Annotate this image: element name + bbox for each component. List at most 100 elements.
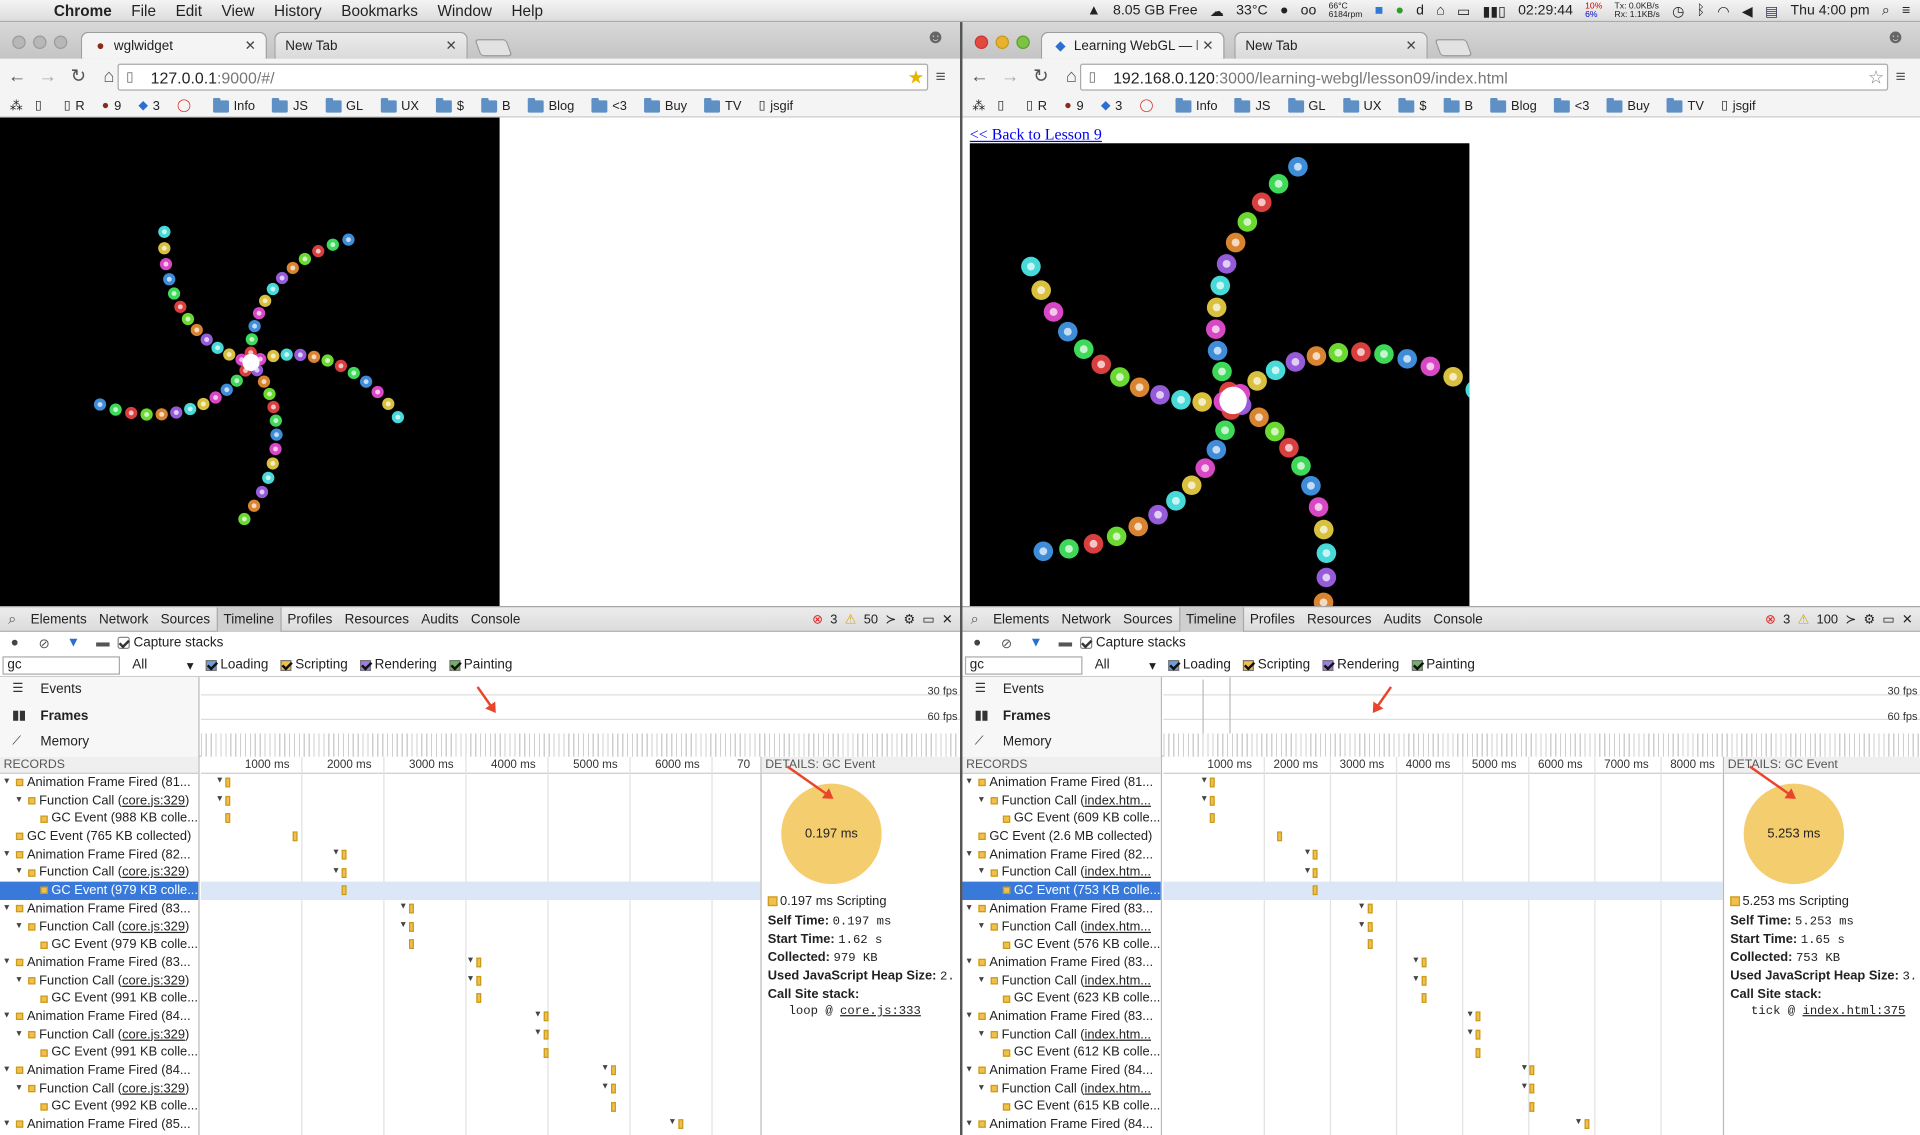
expand-triangle-icon[interactable]: ▼ xyxy=(977,792,987,810)
record-row[interactable]: GC Event (979 KB colle... xyxy=(0,936,198,954)
reload-button[interactable]: ↻ xyxy=(1027,64,1054,91)
time-machine-icon[interactable]: ◷ xyxy=(1672,2,1684,20)
filter-scripting[interactable]: Scripting xyxy=(1243,658,1310,672)
expand-triangle-icon[interactable]: ▼ xyxy=(977,864,987,882)
free-space[interactable]: 8.05 GB Free xyxy=(1113,4,1198,19)
menu-app-name[interactable]: Chrome xyxy=(54,2,112,19)
mode-events[interactable]: ☰ Events xyxy=(975,677,1044,701)
error-icon[interactable]: ⊗ xyxy=(1765,612,1776,627)
tab-audits[interactable]: Audits xyxy=(415,607,465,631)
expand-triangle-icon[interactable]: ▼ xyxy=(1466,1028,1474,1037)
cpu-usage[interactable]: 10% 6% xyxy=(1585,2,1602,19)
new-tab-button[interactable] xyxy=(1434,39,1473,57)
type-select[interactable]: All ▾ xyxy=(1095,657,1156,673)
expand-triangle-icon[interactable]: ▼ xyxy=(15,918,25,936)
disk-icon[interactable]: ▲ xyxy=(1087,4,1101,19)
record-row[interactable]: GC Event (753 KB colle... xyxy=(962,881,1161,900)
error-count[interactable]: 3 xyxy=(1783,612,1790,627)
timeline-bar[interactable] xyxy=(677,1119,683,1130)
apps-icon[interactable]: ⁂ xyxy=(10,99,23,114)
record-row[interactable]: GC Event (992 KB colle... xyxy=(0,1098,198,1116)
expand-triangle-icon[interactable]: ▼ xyxy=(977,972,987,990)
filter-rendering[interactable]: Rendering xyxy=(359,658,437,672)
expand-triangle-icon[interactable]: ▼ xyxy=(1520,1064,1528,1073)
expand-triangle-icon[interactable]: ▼ xyxy=(2,1116,12,1134)
timeline-bar[interactable] xyxy=(1475,1011,1481,1022)
expand-triangle-icon[interactable]: ▼ xyxy=(668,1118,676,1127)
record-row[interactable]: ▼ Function Call (index.htm... xyxy=(962,1026,1160,1044)
cpu-temp-widget[interactable]: 66°C 6184rpm xyxy=(1329,2,1363,19)
source-link[interactable]: index.htm... xyxy=(1085,1026,1151,1044)
bookmark-folder-tv[interactable]: TV xyxy=(704,97,741,113)
scripting-checkbox[interactable] xyxy=(1243,659,1255,671)
timeline-bar[interactable] xyxy=(1367,921,1373,932)
record-row[interactable]: ▼ Function Call (core.js:329) xyxy=(0,1026,198,1044)
tab-elements[interactable]: Elements xyxy=(24,607,92,631)
close-window-button[interactable] xyxy=(12,35,26,49)
filter-scripting[interactable]: Scripting xyxy=(280,658,348,672)
record-row[interactable]: ▼ Function Call (index.htm... xyxy=(962,864,1160,882)
timeline-bar[interactable] xyxy=(408,939,414,950)
timeline-bar[interactable] xyxy=(543,1011,549,1022)
expand-triangle-icon[interactable]: ▼ xyxy=(2,954,12,972)
record-row[interactable]: ▼ Animation Frame Fired (84... xyxy=(962,1116,1160,1134)
new-tab-button[interactable] xyxy=(474,39,513,57)
expand-triangle-icon[interactable]: ▼ xyxy=(2,774,12,792)
back-button[interactable]: ← xyxy=(966,64,993,91)
record-row[interactable]: GC Event (979 KB colle... xyxy=(0,881,199,900)
source-link[interactable]: index.htm... xyxy=(1085,918,1151,936)
bookmark-9[interactable]: ● 9 xyxy=(1064,99,1083,114)
timeline-bar[interactable] xyxy=(1421,957,1427,968)
minimize-window-button[interactable] xyxy=(33,35,47,49)
webgl-canvas[interactable] xyxy=(969,143,1486,607)
bookmark-star-icon[interactable]: ☆ xyxy=(1865,66,1887,88)
record-row[interactable]: ▼ Animation Frame Fired (82... xyxy=(962,846,1160,864)
home-icon[interactable]: ⌂ xyxy=(1436,4,1445,19)
record-row[interactable]: ▼ Function Call (core.js:329) xyxy=(0,972,198,990)
battery-icon[interactable]: ▮▮▯ xyxy=(1483,2,1506,20)
record-row[interactable]: ▼ Animation Frame Fired (82... xyxy=(0,846,198,864)
expand-triangle-icon[interactable]: ▼ xyxy=(15,1080,25,1098)
record-row[interactable]: ▼ Animation Frame Fired (83... xyxy=(0,954,198,972)
mode-memory[interactable]: ⟋ Memory xyxy=(975,730,1052,754)
omnibox[interactable]: ▯ 127.0.0.1:9000/#/ ★ xyxy=(117,63,929,91)
expand-triangle-icon[interactable]: ▼ xyxy=(15,972,25,990)
rendering-checkbox[interactable] xyxy=(359,659,371,671)
warning-icon[interactable]: ⚠ xyxy=(845,612,857,627)
clock[interactable]: Thu 4:00 pm xyxy=(1791,4,1870,19)
expand-triangle-icon[interactable]: ▼ xyxy=(1412,956,1420,965)
close-tab-icon[interactable]: ✕ xyxy=(445,38,456,54)
tab-profiles[interactable]: Profiles xyxy=(281,607,338,631)
bookmark-folder-gl[interactable]: GL xyxy=(325,97,363,113)
call-site-link[interactable]: index.html:375 xyxy=(1802,1005,1905,1018)
bookmark-ring[interactable]: ◯ xyxy=(1139,99,1158,112)
record-row[interactable]: ▼ Function Call (index.htm... xyxy=(962,792,1160,810)
timeline-bar[interactable] xyxy=(610,1083,616,1094)
expand-triangle-icon[interactable]: ▼ xyxy=(965,1062,975,1080)
expand-triangle-icon[interactable]: ▼ xyxy=(977,918,987,936)
expand-triangle-icon[interactable]: ▼ xyxy=(534,1010,542,1019)
record-row[interactable]: ▼ Function Call (index.htm... xyxy=(962,972,1160,990)
tab-console[interactable]: Console xyxy=(465,607,527,631)
warning-count[interactable]: 100 xyxy=(1817,612,1838,627)
timeline-bar[interactable] xyxy=(610,1101,616,1112)
tab-network[interactable]: Network xyxy=(93,607,155,631)
expand-triangle-icon[interactable]: ▼ xyxy=(15,792,25,810)
expand-triangle-icon[interactable]: ▼ xyxy=(466,956,474,965)
expand-triangle-icon[interactable]: ▼ xyxy=(1303,848,1311,857)
menu-bookmarks[interactable]: Bookmarks xyxy=(341,2,418,19)
tab-resources[interactable]: Resources xyxy=(338,607,415,631)
app-icon-green[interactable]: ● xyxy=(1395,4,1404,19)
timeline-bar[interactable] xyxy=(1367,939,1373,950)
network-speed[interactable]: Tx: 0.0KB/s Rx: 1.1KB/s xyxy=(1615,2,1660,19)
bookmark-folder-blog[interactable]: Blog xyxy=(1490,97,1537,113)
expand-triangle-icon[interactable]: ▼ xyxy=(1357,902,1365,911)
reload-button[interactable]: ↻ xyxy=(65,64,92,91)
bookmark-folder-js[interactable]: JS xyxy=(1234,97,1270,113)
volume-icon[interactable]: ◀ xyxy=(1742,2,1753,20)
bookmark-folder-ux[interactable]: UX xyxy=(1342,97,1381,113)
menu-window[interactable]: Window xyxy=(437,2,491,19)
type-select[interactable]: All ▾ xyxy=(132,657,193,673)
expand-triangle-icon[interactable]: ▼ xyxy=(399,920,407,929)
bookmark-9[interactable]: ● 9 xyxy=(102,99,121,114)
